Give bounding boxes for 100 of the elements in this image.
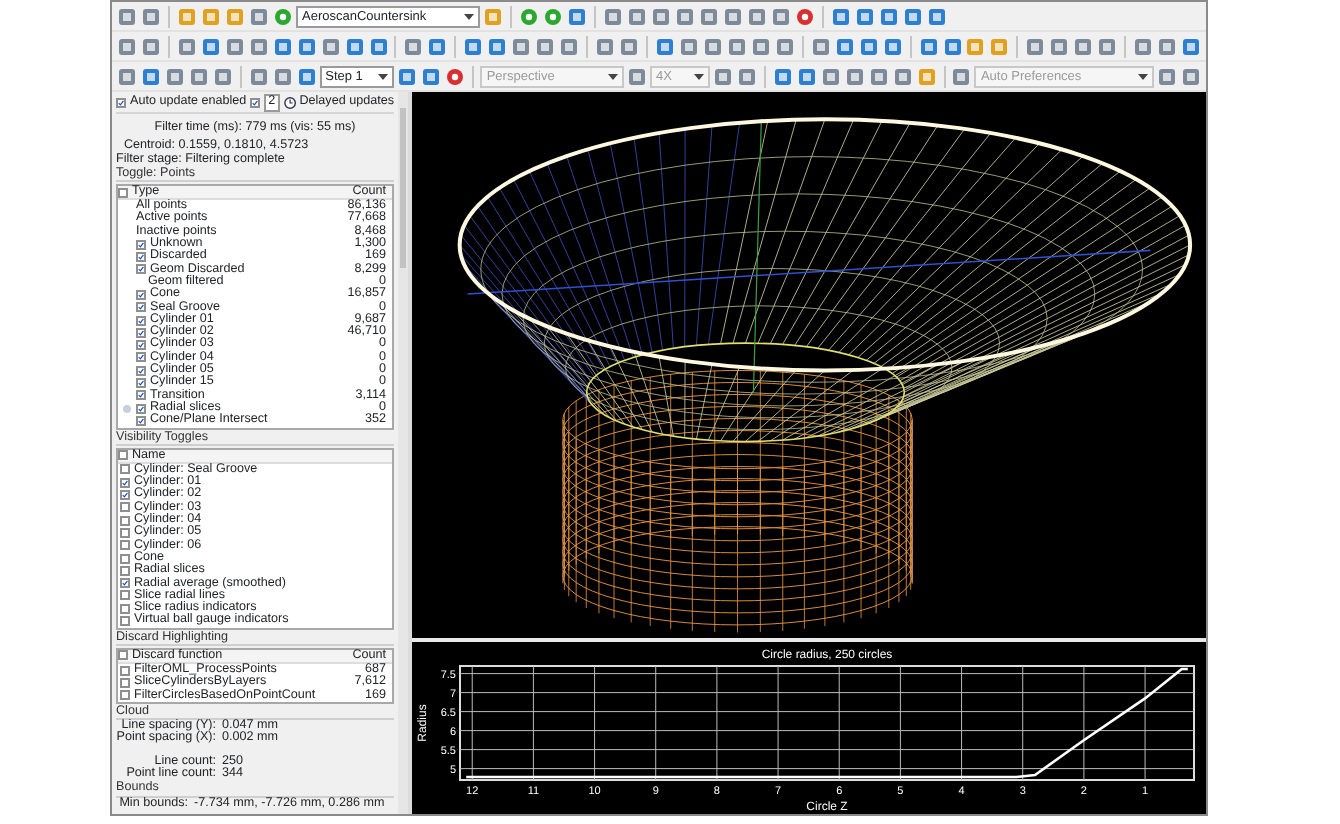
checkbox[interactable] <box>136 390 146 401</box>
toolbar-button[interactable] <box>462 35 485 57</box>
toolbar-button[interactable] <box>965 35 987 57</box>
toolbar-button[interactable] <box>711 65 734 87</box>
checkbox[interactable] <box>120 515 130 526</box>
toolbar-button[interactable] <box>343 35 366 57</box>
toolbar-button[interactable] <box>163 65 186 87</box>
toolbar-button[interactable] <box>830 5 852 27</box>
toolbar-button[interactable] <box>951 65 973 87</box>
toolbar-button[interactable] <box>247 65 270 87</box>
toolbar-button[interactable] <box>367 35 389 57</box>
toolbar-button[interactable] <box>867 65 890 87</box>
toolbar-button[interactable] <box>187 65 210 87</box>
checkbox[interactable] <box>136 377 146 388</box>
toolbar-button[interactable] <box>211 65 234 87</box>
toolbar-button[interactable] <box>1024 35 1047 57</box>
toolbar-button[interactable] <box>618 35 641 57</box>
toolbar-button[interactable] <box>833 35 856 57</box>
toolbar-button[interactable] <box>1072 35 1095 57</box>
checkbox[interactable] <box>120 490 130 501</box>
checkbox[interactable] <box>120 527 130 538</box>
scrollbar[interactable] <box>398 92 408 814</box>
checkbox[interactable] <box>136 352 146 363</box>
toolbar-button[interactable] <box>402 35 425 57</box>
toolbar-button[interactable] <box>988 35 1011 57</box>
toolbar-button[interactable] <box>224 5 246 27</box>
toolbar-button[interactable] <box>771 65 794 87</box>
checkbox[interactable] <box>136 264 146 275</box>
checkbox[interactable] <box>120 690 130 701</box>
toolbar-button[interactable] <box>725 35 748 57</box>
toolbar-button[interactable] <box>248 5 270 27</box>
toolbar-button[interactable] <box>116 35 138 57</box>
toolbar-button[interactable] <box>396 65 419 87</box>
toolbar-button[interactable] <box>558 35 581 57</box>
toolbar-button[interactable] <box>486 35 509 57</box>
toolbar-button[interactable] <box>295 35 318 57</box>
toolbar-button[interactable] <box>749 35 772 57</box>
toolbar-button[interactable] <box>746 5 768 27</box>
toolbar-button[interactable] <box>175 35 198 57</box>
toolbar-button[interactable] <box>1180 35 1203 57</box>
toolbar-button[interactable] <box>1096 35 1119 57</box>
checkbox[interactable] <box>118 187 128 198</box>
toolbar-button[interactable] <box>482 5 504 27</box>
toolbar-button[interactable] <box>319 35 342 57</box>
checkbox[interactable] <box>120 677 130 688</box>
toolbar-button[interactable] <box>1156 65 1179 87</box>
checkbox[interactable] <box>120 477 130 488</box>
toolbar-button[interactable] <box>878 5 900 27</box>
toolbar-button[interactable] <box>854 5 876 27</box>
toolbar-button[interactable] <box>915 65 937 87</box>
checkbox[interactable] <box>136 315 146 325</box>
toolbar-button[interactable] <box>199 35 222 57</box>
toolbar-button[interactable] <box>650 5 672 27</box>
checkbox[interactable] <box>136 289 146 300</box>
toolbar-button[interactable] <box>116 5 138 27</box>
toolbar-button[interactable] <box>843 65 866 87</box>
toolbar-button[interactable] <box>794 5 816 27</box>
toolbar-button[interactable] <box>819 65 842 87</box>
checkbox[interactable] <box>118 450 128 461</box>
toolbar-button[interactable] <box>735 65 758 87</box>
checkbox[interactable] <box>120 616 130 627</box>
toolbar-button[interactable] <box>444 65 467 87</box>
toolbar-button[interactable] <box>176 5 198 27</box>
toolbar-button[interactable] <box>770 5 792 27</box>
toolbar-button[interactable] <box>420 65 443 87</box>
toolbar-button[interactable] <box>773 35 796 57</box>
toolbar-button[interactable] <box>139 65 162 87</box>
toolbar-button[interactable] <box>891 65 914 87</box>
toolbar-button[interactable] <box>200 5 222 27</box>
toolbar-button[interactable] <box>602 5 624 27</box>
toolbar-button[interactable] <box>271 65 294 87</box>
checkbox[interactable] <box>120 553 130 564</box>
checkbox[interactable] <box>250 98 261 108</box>
toolbar-button[interactable] <box>857 35 880 57</box>
toolbar-button[interactable] <box>674 5 696 27</box>
toolbar-button[interactable] <box>518 5 540 27</box>
checkbox[interactable] <box>120 502 130 513</box>
toolbar-button[interactable] <box>941 35 963 57</box>
checkbox[interactable] <box>120 590 130 601</box>
toolbar-button[interactable] <box>247 35 270 57</box>
toolbar-button[interactable] <box>1180 65 1202 87</box>
toolbar-button[interactable] <box>140 5 162 27</box>
toolbar-button[interactable] <box>271 35 294 57</box>
toolbar-button[interactable] <box>534 35 557 57</box>
checkbox[interactable] <box>120 565 130 576</box>
toolbar-button[interactable] <box>566 5 588 27</box>
toolbar-button[interactable] <box>654 35 677 57</box>
toolbar-button[interactable] <box>809 35 832 57</box>
checkbox[interactable] <box>136 365 146 376</box>
checkbox[interactable] <box>136 302 146 313</box>
toolbar-button[interactable] <box>426 35 449 57</box>
toolbar-button[interactable] <box>594 35 617 57</box>
toolbar-button[interactable] <box>272 5 294 27</box>
toolbar-button[interactable] <box>116 65 138 87</box>
checkbox[interactable] <box>136 327 146 338</box>
checkbox[interactable] <box>136 340 146 351</box>
checkbox[interactable] <box>136 252 146 263</box>
checkbox[interactable] <box>136 415 146 426</box>
toolbar-button[interactable] <box>902 5 924 27</box>
checkbox[interactable] <box>120 665 130 676</box>
